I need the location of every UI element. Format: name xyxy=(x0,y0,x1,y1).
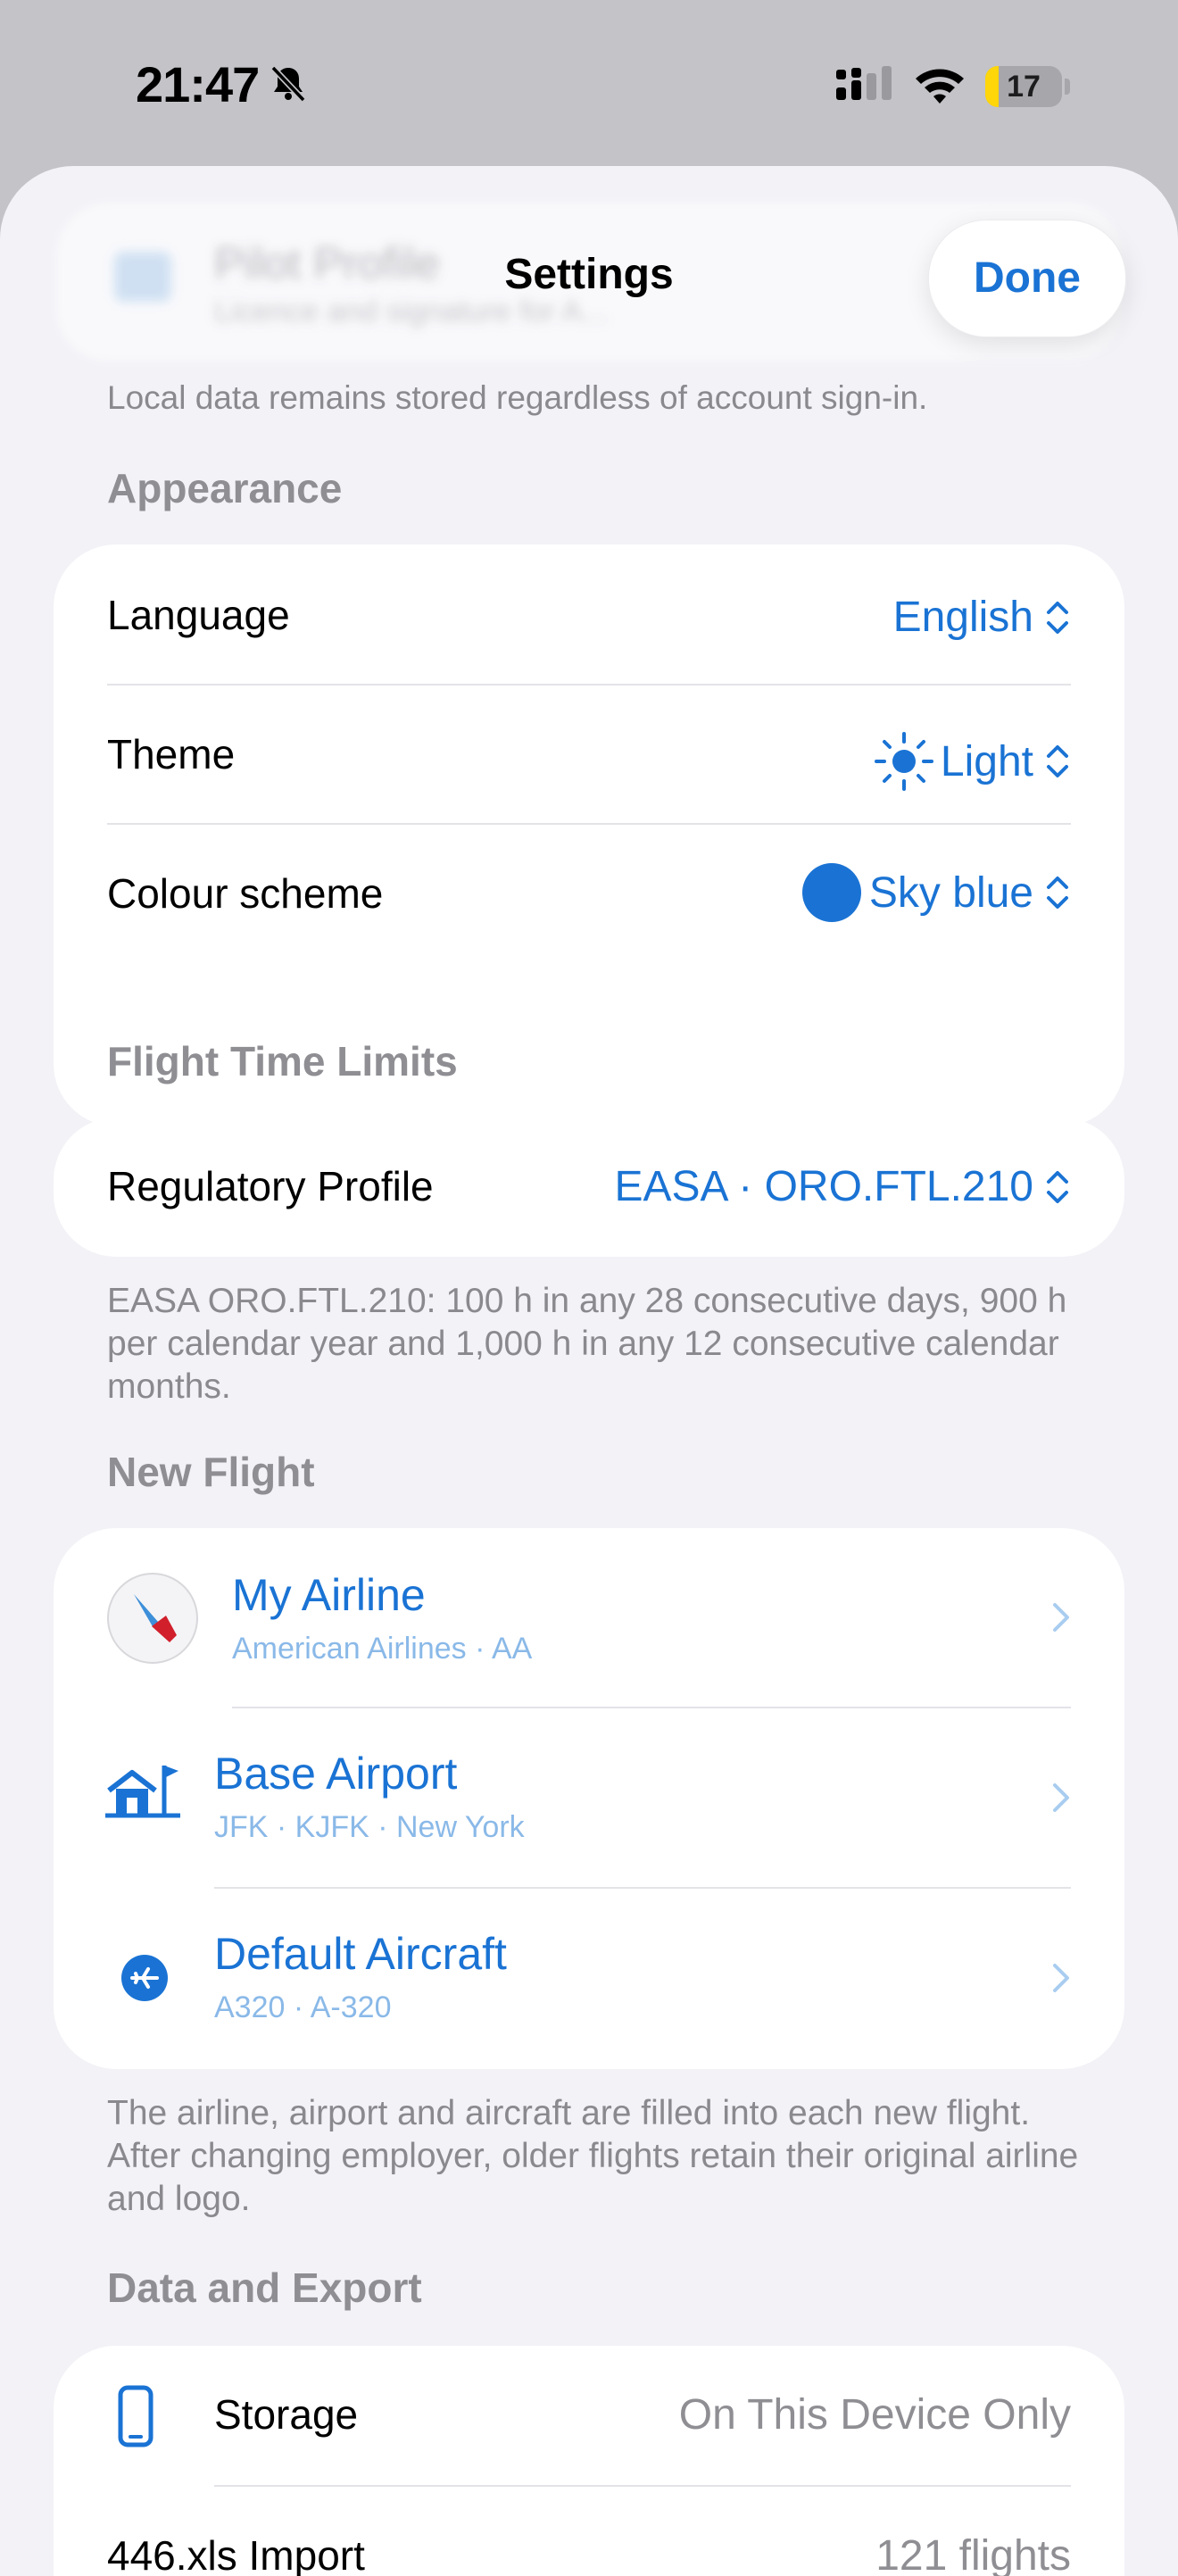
language-row[interactable]: Language English xyxy=(54,544,1124,684)
airplane-icon xyxy=(121,1955,168,2001)
battery-indicator: 17 xyxy=(985,66,1071,107)
status-bar: 21:47 17 xyxy=(0,0,1178,170)
chevron-up-down-icon xyxy=(1047,1170,1068,1203)
chevron-up-down-icon xyxy=(1047,601,1068,634)
airline-logo-icon xyxy=(107,1573,198,1664)
data-export-card: Storage On This Device Only 446.xls Impo… xyxy=(54,2346,1124,2576)
ftl-card: Regulatory Profile EASA · ORO.FTL.210 xyxy=(54,1118,1124,1257)
section-heading-flight-time-limits: Flight Time Limits xyxy=(107,1038,458,1084)
account-footnote: Local data remains stored regardless of … xyxy=(107,379,928,416)
section-heading-data-export: Data and Export xyxy=(107,2264,422,2311)
bell-slash-icon xyxy=(270,65,306,103)
settings-sheet[interactable]: Pilot Profile Licence and signature for … xyxy=(0,166,1178,2576)
wifi-icon xyxy=(916,69,964,104)
default-aircraft-row[interactable]: Default Aircraft A320 · A-320 xyxy=(54,1889,1124,2067)
status-time: 21:47 xyxy=(136,56,260,112)
theme-row[interactable]: Theme Light xyxy=(54,686,1124,823)
storage-row[interactable]: Storage On This Device Only xyxy=(54,2346,1124,2485)
xls-import-row[interactable]: 446.xls Import 121 flights xyxy=(54,2487,1124,2576)
phone-icon xyxy=(118,2385,153,2447)
regulatory-profile-picker[interactable]: EASA · ORO.FTL.210 xyxy=(615,1162,1072,1211)
sun-icon xyxy=(874,732,933,791)
base-airport-row[interactable]: Base Airport JFK · KJFK · New York xyxy=(54,1708,1124,1887)
section-heading-appearance: Appearance xyxy=(107,465,343,511)
colour-scheme-picker[interactable]: Sky blue xyxy=(801,862,1071,923)
done-button[interactable]: Done xyxy=(928,220,1126,337)
section-heading-new-flight: New Flight xyxy=(107,1449,315,1495)
theme-picker[interactable]: Light xyxy=(873,730,1071,793)
chevron-right-icon xyxy=(1053,1783,1069,1812)
chevron-right-icon xyxy=(1053,1603,1069,1632)
chevron-right-icon xyxy=(1053,1964,1069,1992)
chevron-up-down-icon xyxy=(1047,745,1068,777)
language-picker[interactable]: English xyxy=(893,593,1071,642)
regulatory-profile-row[interactable]: Regulatory Profile EASA · ORO.FTL.210 xyxy=(54,1118,1124,1257)
airport-icon xyxy=(105,1766,180,1818)
my-airline-row[interactable]: My Airline American Airlines · AA xyxy=(54,1528,1124,1707)
cellular-signal-icon xyxy=(836,66,892,100)
new-flight-card: My Airline American Airlines · AA Base A… xyxy=(54,1528,1124,2069)
colour-swatch xyxy=(801,863,861,922)
chevron-up-down-icon xyxy=(1047,877,1068,909)
new-flight-footnote: The airline, airport and aircraft are fi… xyxy=(107,2094,1079,2218)
ftl-footnote: EASA ORO.FTL.210: 100 h in any 28 consec… xyxy=(107,1282,1067,1406)
colour-scheme-row[interactable]: Colour scheme Sky blue xyxy=(54,825,1124,964)
